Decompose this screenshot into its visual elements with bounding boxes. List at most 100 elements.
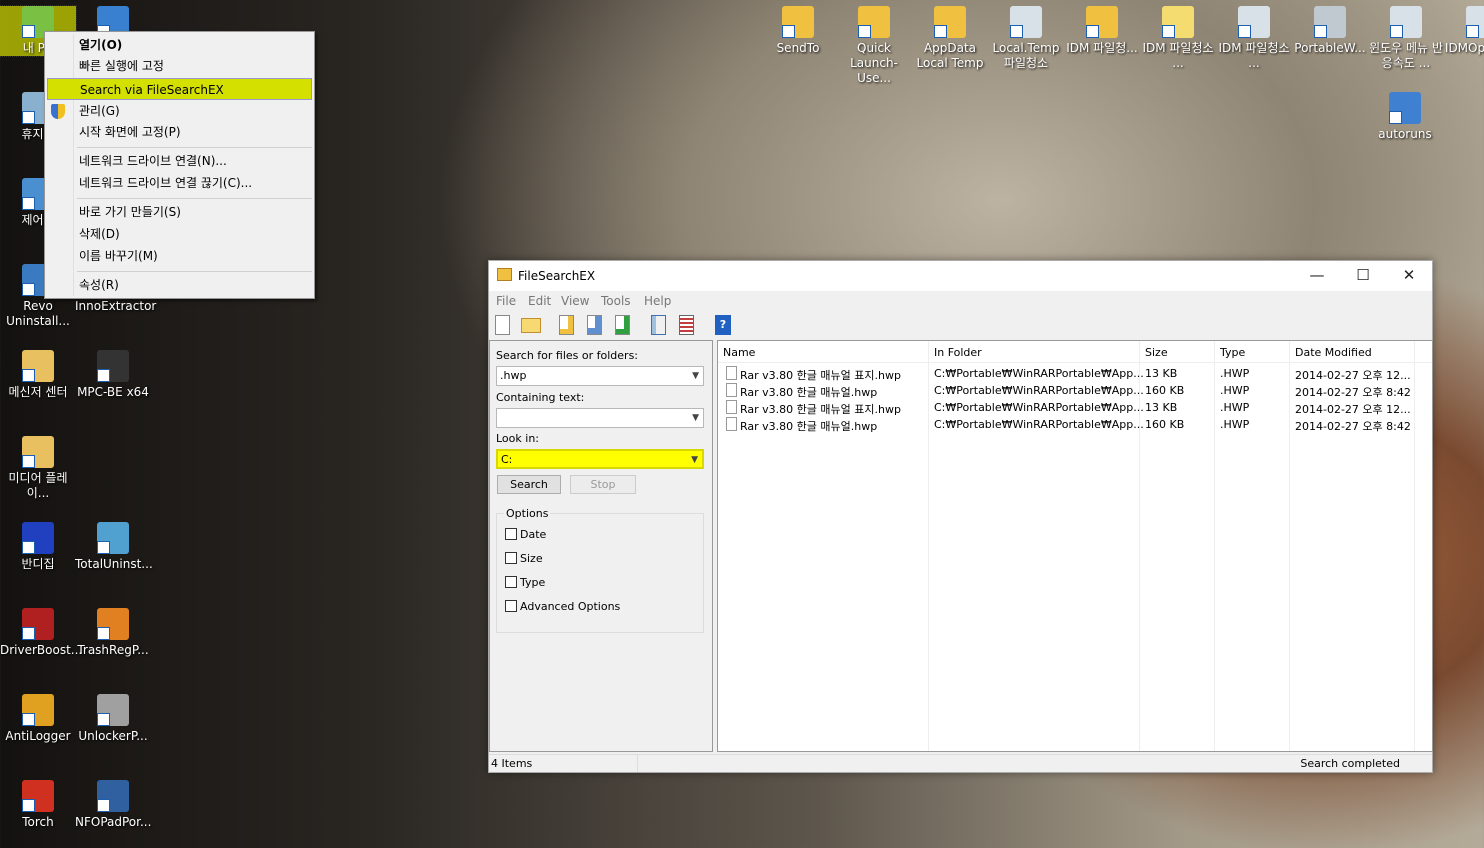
desktop-icon[interactable]: PortableW... [1292,6,1368,56]
open-folder-icon[interactable] [521,318,541,333]
cell: Rar v3.80 한글 매뉴얼.hwp [740,386,878,399]
menu-item-create-shortcut[interactable]: 바로 가기 만들기(S) [47,201,312,223]
desktop-icon-icon [1162,6,1194,38]
cell: .HWP [1220,418,1250,431]
menu-item-delete[interactable]: 삭제(D) [47,223,312,245]
desktop-icon[interactable]: Local.Temp 파일청소 [988,6,1064,71]
menu-item-open[interactable]: 열기(O) [47,34,312,56]
desktop-icon[interactable]: IDM 파일청소 ... [1140,6,1216,71]
column-in-folder[interactable]: In Folder [934,346,982,359]
menu-file[interactable]: File [496,294,516,308]
desktop-icon-label: IDMOp Win1 [1444,41,1484,55]
chevron-down-icon[interactable]: ▼ [692,409,699,427]
text-input[interactable]: ▼ [496,408,704,428]
desktop-icon-label: IDM 파일청소 ... [1218,41,1290,70]
menu-item-rename[interactable]: 이름 바꾸기(M) [47,245,312,267]
desktop-icon[interactable]: 윈도우 메뉴 반응속도 ... [1368,6,1444,71]
desktop-icon[interactable]: TotalUninst... [75,522,153,572]
chevron-down-icon[interactable]: ▼ [691,451,698,469]
cell: 13 KB [1145,401,1178,414]
desktop-icon[interactable]: Torch [0,780,76,830]
minimize-button[interactable]: — [1294,261,1340,291]
lookin-select[interactable]: C: ▼ [496,449,704,469]
menu-item-properties[interactable]: 속성(R) [47,274,312,296]
close-button[interactable]: ✕ [1386,261,1432,291]
desktop-icon[interactable]: SendTo [760,6,836,56]
date-label: Date [520,528,547,541]
text-label: Containing text: [496,391,585,404]
title-bar[interactable]: FileSearchEX — ☐ ✕ [489,261,1432,291]
table-row[interactable]: Rar v3.80 한글 매뉴얼.hwp C:₩Portable₩WinRARPo… [718,416,1432,433]
table-row[interactable]: Rar v3.80 한글 매뉴얼 표지.hwp C:₩Portable₩WinRA… [718,399,1432,416]
cell: 2014-02-27 오후 12... [1295,369,1411,382]
desktop-icon-autoruns[interactable]: autoruns [1367,92,1443,142]
panel-icon[interactable] [651,315,666,335]
advanced-options-checkbox[interactable]: Advanced Options [505,600,620,613]
maximize-button[interactable]: ☐ [1340,261,1386,291]
desktop-icon-icon [22,608,54,640]
desktop-icon-icon [858,6,890,38]
desktop-icon[interactable]: 메신저 센터 [0,350,76,400]
cell: 160 KB [1145,384,1185,397]
column-name[interactable]: Name [723,346,755,359]
help-icon[interactable]: ? [715,315,731,335]
file-icon [726,400,737,414]
desktop-icon[interactable]: 반디집 [0,522,76,572]
menu-separator [77,198,312,199]
type-checkbox[interactable]: Type [505,576,545,589]
desktop-icon-label: TotalUninst... [75,557,153,571]
menu-item-search-filesearchex[interactable]: Search via FileSearchEX [47,78,312,100]
menu-view[interactable]: View [561,294,589,308]
menu-help[interactable]: Help [644,294,671,308]
desktop-icon[interactable]: MPC-BE x64 [75,350,151,400]
desktop-icon[interactable]: AntiLogger [0,694,76,744]
desktop-icon[interactable]: TrashRegP... [75,608,151,658]
cell: .HWP [1220,384,1250,397]
search-panel: Search for files or folders: .hwp ▼ Conta… [489,340,713,752]
new-file-icon[interactable] [495,315,510,335]
size-checkbox[interactable]: Size [505,552,543,565]
desktop-icon[interactable]: Quick Launch-Use... [836,6,912,86]
search-file-icon[interactable] [587,315,602,335]
desktop-icon-label: DriverBoost... [0,643,83,657]
menu-item-pin-quick[interactable]: 빠른 실행에 고정 [47,55,312,77]
save-file-icon[interactable] [615,315,630,335]
desktop-icon[interactable]: AppData Local Temp [912,6,988,71]
column-date-modified[interactable]: Date Modified [1295,346,1372,359]
desktop-icon-label: NFOPadPor... [75,815,152,829]
open-folder-file-icon[interactable] [559,315,574,335]
menu-tools[interactable]: Tools [601,294,631,308]
desktop-icon-label: PortableW... [1294,41,1366,55]
desktop-icon[interactable]: IDM 파일청소 ... [1216,6,1292,71]
desktop-icon-label: Revo Uninstall... [6,299,70,328]
desktop-icon-icon [1314,6,1346,38]
menu-item-pin-start[interactable]: 시작 화면에 고정(P) [47,121,312,143]
file-icon [726,383,737,397]
menu-edit[interactable]: Edit [528,294,551,308]
menu-separator [77,271,312,272]
desktop-icon[interactable]: UnlockerP... [75,694,151,744]
table-row[interactable]: Rar v3.80 한글 매뉴얼 표지.hwp C:₩Portable₩WinRA… [718,365,1432,382]
desktop-icon[interactable]: DriverBoost... [0,608,83,658]
cell: 2014-02-27 오후 8:42 [1295,386,1411,399]
desktop-icon[interactable]: IDM 파일청... [1064,6,1140,56]
desktop-icon[interactable]: 미디어 플레이... [0,436,76,501]
menu-item-disconnect-drive[interactable]: 네트워크 드라이브 연결 끊기(C)... [47,172,312,194]
results-list: Name In Folder Size Type Date Modified R… [717,340,1433,752]
column-type[interactable]: Type [1220,346,1245,359]
date-checkbox[interactable]: Date [505,528,546,541]
desktop-icon[interactable]: NFOPadPor... [75,780,151,830]
menu-item-manage[interactable]: 관리(G) [47,100,312,122]
list-view-icon[interactable] [679,315,694,335]
file-icon [726,366,737,380]
desktop-icon[interactable]: IDMOp Win1 [1444,6,1484,56]
stop-button[interactable]: Stop [570,475,636,494]
column-size[interactable]: Size [1145,346,1168,359]
menu-item-map-drive[interactable]: 네트워크 드라이브 연결(N)... [47,150,312,172]
cell: Rar v3.80 한글 매뉴얼 표지.hwp [740,369,901,382]
chevron-down-icon[interactable]: ▼ [692,367,699,385]
name-input[interactable]: .hwp ▼ [496,366,704,386]
table-row[interactable]: Rar v3.80 한글 매뉴얼.hwp C:₩Portable₩WinRARPo… [718,382,1432,399]
search-button[interactable]: Search [497,475,561,494]
cell: 160 KB [1145,418,1185,431]
